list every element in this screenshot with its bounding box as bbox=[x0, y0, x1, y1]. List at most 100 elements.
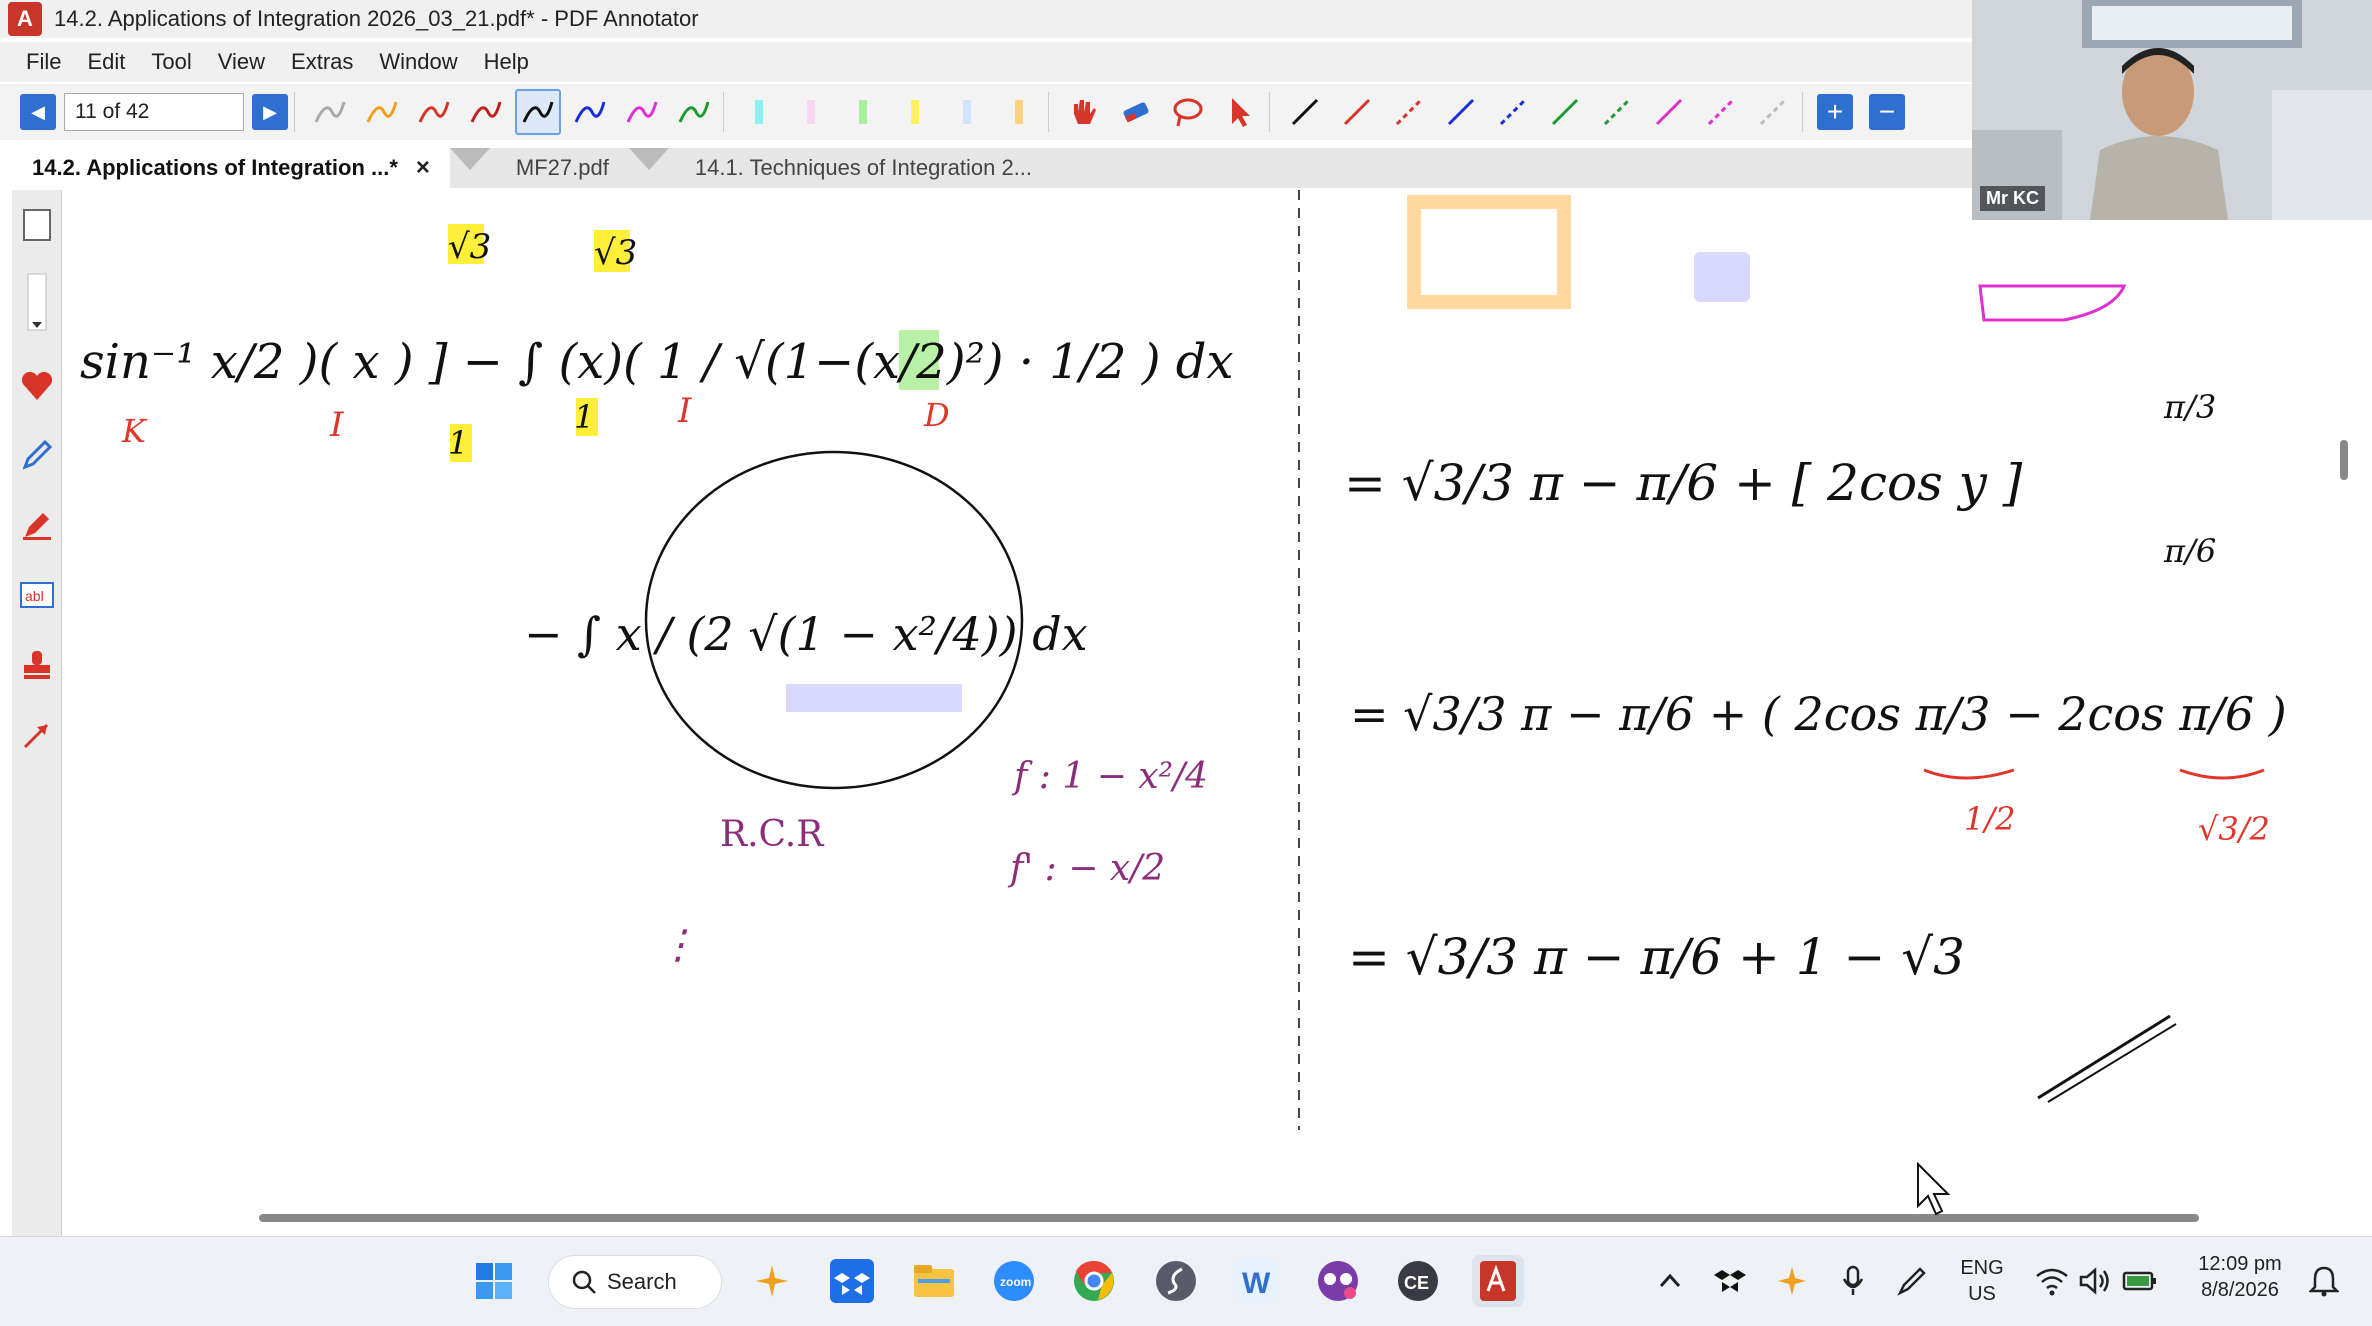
clock[interactable]: 12:09 pm 8/8/2026 bbox=[2180, 1251, 2300, 1303]
select-arrow-icon[interactable] bbox=[1217, 89, 1263, 135]
line-green-tool[interactable] bbox=[1542, 89, 1588, 135]
ce-app-icon[interactable]: CE bbox=[1392, 1255, 1444, 1307]
zoom-app-icon[interactable]: zoom bbox=[988, 1255, 1040, 1307]
pen-icon[interactable] bbox=[12, 420, 62, 490]
line-green-dashed-tool[interactable] bbox=[1594, 89, 1640, 135]
highlighter-icon[interactable] bbox=[12, 490, 62, 560]
pdf-page-canvas[interactable]: sin⁻¹ x/2 )( x ) ] − ∫ (x)( 1 / √(1−(x/2… bbox=[64, 190, 2332, 1208]
label-k: K bbox=[121, 412, 148, 450]
region-code: US bbox=[1968, 1283, 1996, 1305]
horizontal-scroll-thumb[interactable] bbox=[259, 1214, 2199, 1222]
clock-time: 12:09 pm bbox=[2198, 1253, 2282, 1275]
pen-green-tool[interactable] bbox=[671, 89, 717, 135]
whiteboard-w-icon[interactable]: W bbox=[1230, 1255, 1282, 1307]
sketch-app-icon[interactable] bbox=[1150, 1255, 1202, 1307]
input-language-indicator[interactable]: ENG US bbox=[1950, 1255, 2014, 1307]
line-magenta-dashed-tool[interactable] bbox=[1698, 89, 1744, 135]
clock-date: 8/8/2026 bbox=[2201, 1279, 2279, 1301]
upper-limit-1: √3 bbox=[448, 227, 491, 267]
line-red-dashed-tool[interactable] bbox=[1386, 89, 1432, 135]
vertical-scroll-thumb[interactable] bbox=[2340, 440, 2348, 480]
horizontal-scrollbar[interactable] bbox=[64, 1208, 2332, 1228]
magenta-scribble bbox=[1978, 284, 2127, 322]
tab-techniques-of-integration[interactable]: 14.1. Techniques of Integration 2... bbox=[675, 148, 1052, 188]
pen-black-tool[interactable] bbox=[515, 89, 561, 135]
line-blue-dashed-tool[interactable] bbox=[1490, 89, 1536, 135]
wifi-icon[interactable] bbox=[2032, 1255, 2072, 1307]
equation-line-1: = √3/3 π − π/6 + [ 2cos y ] bbox=[1344, 454, 2023, 512]
text-box-icon[interactable]: abl bbox=[12, 560, 62, 630]
zoom-in-icon[interactable]: + bbox=[1817, 94, 1853, 130]
dropbox-tray-icon[interactable] bbox=[1710, 1255, 1750, 1307]
left-tool-sidebar: abl bbox=[12, 190, 62, 1236]
page-number-field[interactable] bbox=[64, 93, 244, 131]
line-gray-dashed-tool[interactable] bbox=[1750, 89, 1796, 135]
equation-line-3: = √3/3 π − π/6 + 1 − √3 bbox=[1348, 928, 1965, 986]
teams-app-icon[interactable] bbox=[1312, 1255, 1364, 1307]
highlighter-lightblue-tool[interactable] bbox=[944, 89, 990, 135]
dropbox-icon[interactable] bbox=[826, 1255, 878, 1307]
line-black-tool[interactable] bbox=[1282, 89, 1328, 135]
lasso-icon[interactable] bbox=[1165, 89, 1211, 135]
pen-darkred-tool[interactable] bbox=[463, 89, 509, 135]
stamp-icon[interactable] bbox=[12, 630, 62, 700]
close-tab-icon[interactable]: × bbox=[416, 154, 430, 182]
menu-tool[interactable]: Tool bbox=[151, 49, 191, 75]
menu-view[interactable]: View bbox=[218, 49, 265, 75]
volume-icon[interactable] bbox=[2076, 1255, 2116, 1307]
windows-start-icon[interactable] bbox=[468, 1255, 520, 1307]
tab-label: 14.1. Techniques of Integration 2... bbox=[694, 155, 1033, 180]
page-thumbnail-icon[interactable] bbox=[12, 190, 62, 260]
f-definition: f : 1 − x²/4 bbox=[1011, 756, 1208, 797]
eraser-icon[interactable] bbox=[1113, 89, 1159, 135]
highlighter-pink-tool[interactable] bbox=[788, 89, 834, 135]
label-i: I bbox=[677, 391, 692, 431]
toolbar-separator bbox=[294, 92, 295, 132]
label-i: I bbox=[329, 405, 344, 445]
pen-gray-tool[interactable] bbox=[307, 89, 353, 135]
microphone-tray-icon[interactable] bbox=[1834, 1255, 1874, 1307]
menu-file[interactable]: File bbox=[26, 49, 61, 75]
pen-orange-tool[interactable] bbox=[359, 89, 405, 135]
arrow-tool-icon[interactable] bbox=[12, 700, 62, 770]
pdf-annotator-taskbar-icon[interactable] bbox=[1472, 1255, 1524, 1307]
pen-red-tool[interactable] bbox=[411, 89, 457, 135]
sidebar-scroll-icon[interactable] bbox=[12, 260, 62, 350]
highlighter-orange-tool[interactable] bbox=[996, 89, 1042, 135]
heart-icon[interactable] bbox=[12, 350, 62, 420]
highlighter-cyan-tool[interactable] bbox=[736, 89, 782, 135]
battery-charging-icon[interactable] bbox=[2120, 1255, 2160, 1307]
highlighter-yellow-tool[interactable] bbox=[892, 89, 938, 135]
menu-window[interactable]: Window bbox=[379, 49, 457, 75]
sparkle-tray-icon[interactable] bbox=[1772, 1255, 1812, 1307]
tab-applications-of-integration[interactable]: 14.2. Applications of Integration ...* × bbox=[12, 148, 450, 188]
menu-extras[interactable]: Extras bbox=[291, 49, 353, 75]
notification-bell-icon[interactable] bbox=[2304, 1255, 2344, 1307]
pen-blue-tool[interactable] bbox=[567, 89, 613, 135]
file-explorer-icon[interactable] bbox=[908, 1255, 960, 1307]
zoom-out-icon[interactable]: − bbox=[1869, 94, 1905, 130]
chrome-icon[interactable] bbox=[1068, 1255, 1120, 1307]
hand-icon[interactable] bbox=[1061, 89, 1107, 135]
taskbar-search-box[interactable]: Search bbox=[548, 1255, 722, 1309]
handwritten-annotations: sin⁻¹ x/2 )( x ) ] − ∫ (x)( 1 / √(1−(x/2… bbox=[80, 190, 2287, 1130]
pen-magenta-tool[interactable] bbox=[619, 89, 665, 135]
previous-page-button[interactable]: ◀ bbox=[20, 94, 56, 130]
next-page-button[interactable]: ▶ bbox=[252, 94, 288, 130]
tab-label: 14.2. Applications of Integration ...* bbox=[32, 155, 398, 180]
menu-help[interactable]: Help bbox=[484, 49, 529, 75]
tab-mf27[interactable]: MF27.pdf bbox=[496, 148, 629, 188]
widgets-sparkle-icon[interactable] bbox=[746, 1255, 798, 1307]
line-blue-tool[interactable] bbox=[1438, 89, 1484, 135]
menu-bar: File Edit Tool View Extras Window Help bbox=[0, 42, 1972, 82]
pen-tray-icon[interactable] bbox=[1892, 1255, 1932, 1307]
line-red-tool[interactable] bbox=[1334, 89, 1380, 135]
tab-divider bbox=[449, 148, 490, 170]
menu-edit[interactable]: Edit bbox=[87, 49, 125, 75]
document-tabs: 14.2. Applications of Integration ...* ×… bbox=[12, 148, 1972, 188]
line-magenta-tool[interactable] bbox=[1646, 89, 1692, 135]
upper-limit-2: √3 bbox=[594, 233, 637, 273]
chevron-up-icon[interactable] bbox=[1650, 1255, 1690, 1307]
upper-limit-pi-3: π/3 bbox=[2163, 388, 2216, 426]
highlighter-green-tool[interactable] bbox=[840, 89, 886, 135]
